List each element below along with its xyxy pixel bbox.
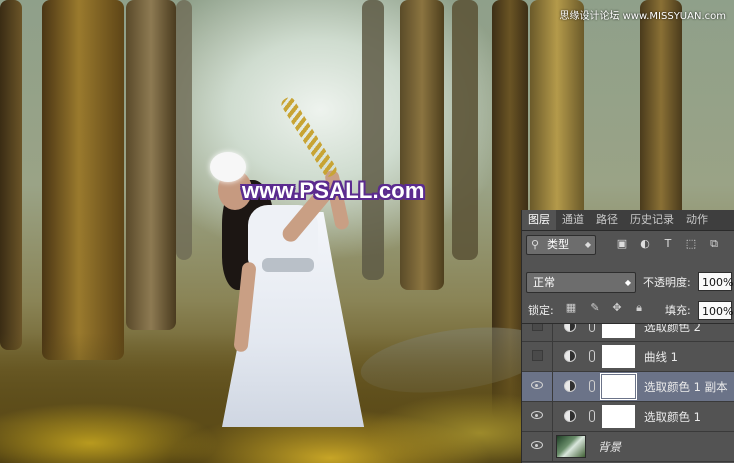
fern-leaf bbox=[279, 95, 339, 179]
filter-row: ⚲ 类型 ◆ ▣ ◐ T ⬚ ⧉ bbox=[522, 233, 734, 257]
layer-mask-thumbnail[interactable] bbox=[602, 345, 635, 368]
eye-icon bbox=[531, 381, 543, 389]
layer-row[interactable]: 曲线 1 bbox=[522, 342, 734, 372]
adjustment-layer-icon bbox=[564, 324, 576, 332]
tab-paths[interactable]: 路径 bbox=[590, 210, 624, 230]
shape-filter-icon[interactable]: ⬚ bbox=[684, 237, 698, 251]
layer-row-background[interactable]: 背景 bbox=[522, 432, 734, 462]
hair-flower bbox=[210, 152, 246, 182]
tab-actions[interactable]: 动作 bbox=[680, 210, 714, 230]
eye-icon bbox=[531, 441, 543, 449]
tree-trunk bbox=[42, 0, 124, 360]
fill-label: 填充: bbox=[665, 304, 691, 317]
opacity-input[interactable]: 100% bbox=[698, 272, 733, 291]
layer-name: 选取颜色 1 bbox=[644, 410, 701, 424]
panel-tabs: 图层 通道 路径 历史记录 动作 bbox=[522, 210, 734, 231]
search-icon: ⚲ bbox=[531, 238, 540, 251]
visibility-toggle[interactable] bbox=[522, 324, 553, 341]
visibility-toggle[interactable] bbox=[522, 402, 553, 431]
filter-kind-select[interactable]: ⚲ 类型 ◆ bbox=[526, 235, 596, 255]
filter-kind-label: 类型 bbox=[547, 238, 569, 251]
eye-icon bbox=[531, 411, 543, 419]
layer-mask-thumbnail[interactable] bbox=[602, 324, 635, 338]
layers-list: 选取颜色 2 曲线 1 选取颜色 1 副本 选取颜色 1 背景 bbox=[522, 323, 734, 464]
layer-row[interactable]: 选取颜色 1 bbox=[522, 402, 734, 432]
dress-belt bbox=[262, 258, 314, 272]
visibility-toggle[interactable] bbox=[522, 342, 553, 371]
blend-mode-value: 正常 bbox=[533, 276, 555, 289]
tab-layers[interactable]: 图层 bbox=[522, 210, 556, 230]
chevron-updown-icon: ◆ bbox=[624, 278, 631, 287]
link-icon bbox=[589, 410, 595, 422]
opacity-label: 不透明度: bbox=[643, 276, 691, 289]
site-tag: 思缘设计论坛 www.MISSYUAN.com bbox=[559, 11, 726, 22]
link-icon bbox=[589, 380, 595, 392]
background-thumbnail[interactable] bbox=[556, 435, 586, 458]
adjustment-filter-icon[interactable]: ◐ bbox=[638, 237, 652, 251]
blend-mode-select[interactable]: 正常 ◆ bbox=[526, 272, 636, 293]
adjustment-layer-icon bbox=[564, 410, 576, 422]
tree-trunk bbox=[0, 0, 22, 350]
fill-input[interactable]: 100% bbox=[698, 301, 733, 320]
chevron-updown-icon: ◆ bbox=[584, 240, 591, 249]
adjustment-layer-icon bbox=[564, 350, 576, 362]
tab-history[interactable]: 历史记录 bbox=[624, 210, 680, 230]
layer-mask-thumbnail[interactable] bbox=[600, 373, 637, 400]
lock-paint-icon[interactable]: ✎ bbox=[588, 301, 602, 315]
layers-panel: 图层 通道 路径 历史记录 动作 ⚲ 类型 ◆ ▣ ◐ T ⬚ ⧉ 正常 ◆ 不… bbox=[521, 210, 734, 463]
layer-name: 背景 bbox=[598, 440, 621, 454]
hidden-box-icon bbox=[532, 350, 543, 361]
lock-label: 锁定: bbox=[528, 304, 554, 317]
layer-row[interactable]: 选取颜色 2 bbox=[522, 323, 734, 342]
tree-trunk bbox=[126, 0, 176, 330]
layer-row-selected[interactable]: 选取颜色 1 副本 bbox=[522, 372, 734, 402]
smart-object-filter-icon[interactable]: ⧉ bbox=[707, 237, 721, 251]
visibility-toggle[interactable] bbox=[522, 372, 553, 401]
layer-name: 曲线 1 bbox=[644, 350, 678, 364]
hidden-box-icon bbox=[532, 324, 543, 331]
tree-trunk bbox=[362, 0, 384, 280]
tab-channels[interactable]: 通道 bbox=[556, 210, 590, 230]
adjustment-layer-icon bbox=[564, 380, 576, 392]
lock-transparent-icon[interactable]: ▦ bbox=[564, 301, 578, 315]
blend-row: 正常 ◆ 不透明度: 100% bbox=[522, 271, 734, 293]
layer-name: 选取颜色 2 bbox=[644, 323, 701, 334]
visibility-toggle[interactable] bbox=[522, 432, 553, 461]
lock-move-icon[interactable]: ✥ bbox=[610, 301, 624, 315]
layer-mask-thumbnail[interactable] bbox=[602, 405, 635, 428]
tree-trunk bbox=[400, 0, 444, 290]
lock-all-icon[interactable]: 🔒︎ bbox=[632, 301, 646, 315]
link-icon bbox=[589, 324, 595, 332]
image-filter-icon[interactable]: ▣ bbox=[615, 237, 629, 251]
layer-name: 选取颜色 1 副本 bbox=[644, 380, 728, 394]
tree-trunk bbox=[176, 0, 192, 260]
type-filter-icon[interactable]: T bbox=[661, 237, 675, 251]
link-icon bbox=[589, 350, 595, 362]
tree-trunk bbox=[452, 0, 478, 260]
watermark-text: www.PSALL.com bbox=[242, 178, 425, 203]
